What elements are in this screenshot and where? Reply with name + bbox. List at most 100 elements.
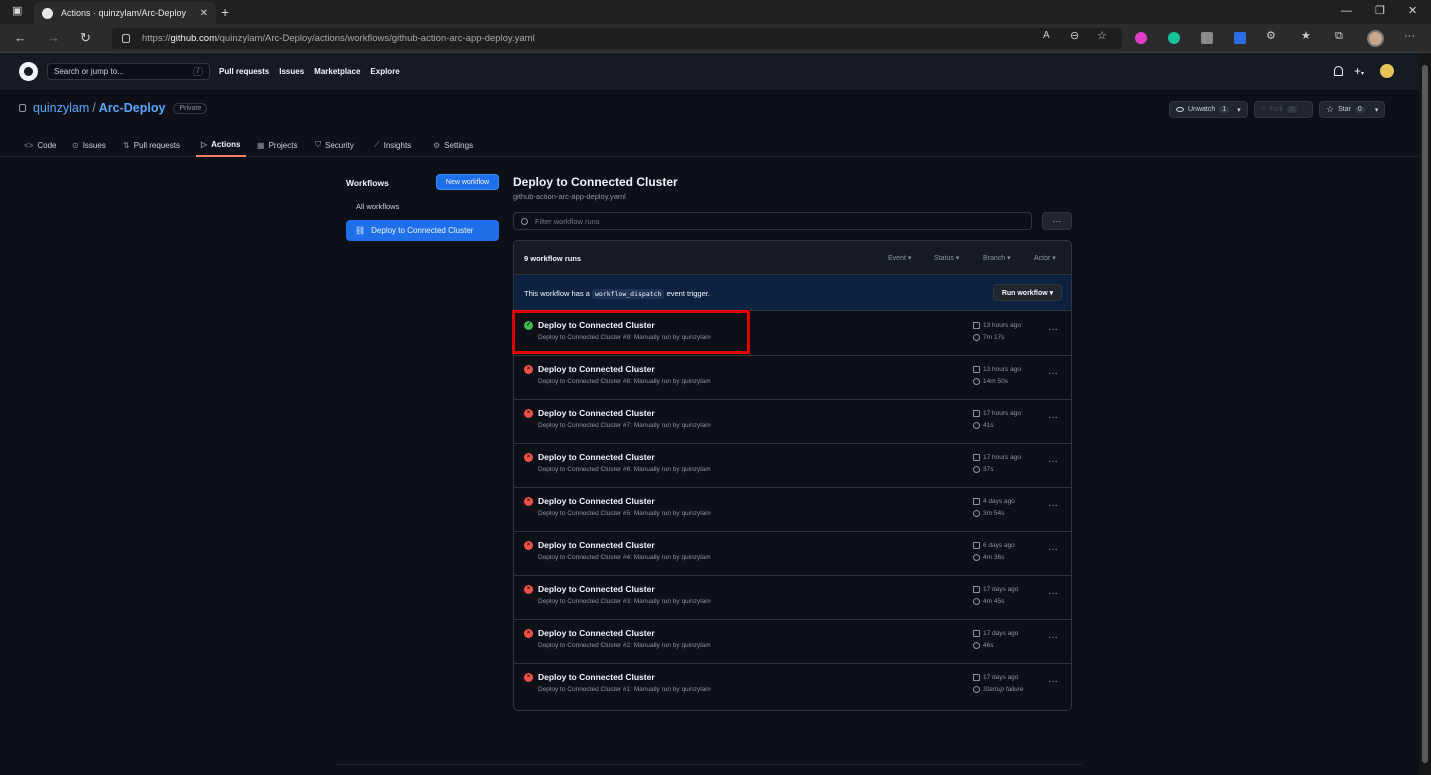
run-options-icon[interactable]: ··· [1048,632,1058,643]
fork-button[interactable]: ⑂ Fork 0 [1254,101,1313,118]
run-options-icon[interactable]: ··· [1048,456,1058,467]
page-scrollbar[interactable] [1419,53,1431,775]
run-title[interactable]: Deploy to Connected Cluster [538,628,655,638]
table-row[interactable]: × Deploy to Connected Cluster Deploy to … [514,620,1071,664]
workflow-file-link[interactable]: github-action-arc-app-deploy.yaml [513,192,626,201]
github-logo-icon[interactable] [19,62,38,81]
table-row[interactable]: × Deploy to Connected Cluster Deploy to … [514,488,1071,532]
run-subtitle: Deploy to Connected Cluster #3: Manually… [538,598,711,605]
back-icon[interactable]: ← [14,31,27,44]
all-workflows-link[interactable]: All workflows [356,202,399,211]
new-tab-button[interactable]: + [221,5,229,19]
eye-icon [1176,107,1184,112]
run-subtitle: Deploy to Connected Cluster #6: Manually… [538,466,711,473]
run-options-icon[interactable]: ··· [1048,544,1058,555]
repo-name-link[interactable]: Arc-Deploy [99,101,166,115]
address-bar[interactable]: https://github.com/quinzylam/Arc-Deploy/… [112,28,1122,49]
table-row[interactable]: × Deploy to Connected Cluster Deploy to … [514,664,1071,708]
run-title[interactable]: Deploy to Connected Cluster [538,540,655,550]
extensions-icon[interactable]: ⚙ [1266,31,1276,42]
tab-projects[interactable]: ▦ Projects [257,133,297,157]
nav-marketplace[interactable]: Marketplace [314,67,360,76]
nav-explore[interactable]: Explore [370,67,399,76]
run-title[interactable]: Deploy to Connected Cluster [538,496,655,506]
new-workflow-button[interactable]: New workflow [436,174,499,190]
filter-runs-input[interactable]: Filter workflow runs [513,212,1032,230]
forward-icon[interactable]: → [47,31,60,44]
actor-filter[interactable]: Actor ▾ [1034,254,1056,262]
browser-tab[interactable]: Actions · quinzylam/Arc-Deploy ✕ [34,2,216,24]
collections-icon[interactable]: ⧉ [1335,31,1343,42]
run-title[interactable]: Deploy to Connected Cluster [538,408,655,418]
search-input[interactable]: Search or jump to... / [47,63,210,80]
tab-settings[interactable]: ⚙ Settings [433,133,473,157]
refresh-icon[interactable]: ↻ [80,31,91,44]
extension-icon[interactable] [1135,32,1147,44]
chevron-down-icon[interactable]: ▾ [1375,106,1379,114]
status-filter[interactable]: Status ▾ [934,254,959,262]
run-options-icon[interactable]: ··· [1048,412,1058,423]
close-tab-icon[interactable]: ✕ [200,8,208,19]
sidebar-item-deploy-workflow[interactable]: ⛓ Deploy to Connected Cluster [346,220,499,241]
tab-security[interactable]: ⛉ Security [315,133,354,157]
table-row[interactable]: × Deploy to Connected Cluster Deploy to … [514,576,1071,620]
read-aloud-icon[interactable]: A [1043,31,1050,41]
more-options-button[interactable]: ··· [1042,212,1072,230]
unwatch-button[interactable]: Unwatch 1 ▾ [1169,101,1248,118]
github-header: Search or jump to... / Pull requests Iss… [0,53,1419,90]
tab-actions-icon[interactable]: ▣ [12,6,22,17]
grammarly-icon[interactable] [1168,32,1180,44]
calendar-icon [973,674,980,681]
run-time: 13 hours ago [973,366,1021,373]
run-title[interactable]: Deploy to Connected Cluster [538,584,655,594]
event-filter[interactable]: Event ▾ [888,254,911,262]
tab-insights[interactable]: ⟋ Insights [374,133,411,157]
extension-icon[interactable] [1234,32,1246,44]
create-new-menu[interactable]: +▾ [1354,64,1364,78]
user-avatar[interactable] [1380,64,1394,78]
run-options-icon[interactable]: ··· [1048,324,1058,335]
run-duration: 41s [973,422,993,429]
failure-x-icon: × [524,453,533,462]
repo-owner-link[interactable]: quinzylam [33,101,89,115]
search-shortcut-key: / [193,67,203,76]
table-row[interactable]: × Deploy to Connected Cluster Deploy to … [514,400,1071,444]
minimize-button[interactable]: — [1341,6,1352,17]
browser-menu-icon[interactable]: ··· [1404,31,1415,42]
run-options-icon[interactable]: ··· [1048,588,1058,599]
run-title[interactable]: Deploy to Connected Cluster [538,452,655,462]
extension-icon[interactable] [1201,32,1213,44]
restore-button[interactable]: ❐ [1375,6,1385,17]
run-options-icon[interactable]: ··· [1048,500,1058,511]
run-duration: 3m 54s [973,510,1004,517]
run-options-icon[interactable]: ··· [1048,368,1058,379]
run-subtitle: Deploy to Connected Cluster #8: Manually… [538,378,711,385]
close-window-button[interactable]: ✕ [1408,6,1417,17]
nav-pull-requests[interactable]: Pull requests [219,67,269,76]
branch-filter[interactable]: Branch ▾ [983,254,1011,262]
favorite-add-icon[interactable]: ☆ [1097,31,1107,42]
star-button[interactable]: ☆ Star 0 ▾ [1319,101,1386,118]
notice-text: This workflow has a workflow_dispatch ev… [524,289,710,299]
run-duration: 14m 50s [973,378,1008,385]
run-time: 4 days ago [973,498,1015,505]
table-row[interactable]: × Deploy to Connected Cluster Deploy to … [514,356,1071,400]
tab-pull-requests[interactable]: ⇅ Pull requests [123,133,180,157]
tab-actions[interactable]: ▷ Actions [196,133,246,157]
table-row[interactable]: × Deploy to Connected Cluster Deploy to … [514,444,1071,488]
run-workflow-button[interactable]: Run workflow ▾ [993,284,1062,301]
profile-avatar[interactable] [1367,30,1384,47]
tab-code[interactable]: <> Code [24,133,56,157]
dispatch-notice: This workflow has a workflow_dispatch ev… [514,275,1071,311]
table-row[interactable]: × Deploy to Connected Cluster Deploy to … [514,532,1071,576]
nav-issues[interactable]: Issues [279,67,304,76]
tab-issues[interactable]: ⊙ Issues [72,133,106,157]
run-options-icon[interactable]: ··· [1048,676,1058,687]
notifications-bell-icon[interactable] [1334,66,1343,76]
favorites-icon[interactable]: ★ [1301,31,1311,42]
scrollbar-thumb[interactable] [1422,65,1428,763]
zoom-icon[interactable]: ⊖ [1070,31,1079,42]
run-title[interactable]: Deploy to Connected Cluster [538,672,655,682]
run-time: 17 hours ago [973,410,1021,417]
run-title[interactable]: Deploy to Connected Cluster [538,364,655,374]
